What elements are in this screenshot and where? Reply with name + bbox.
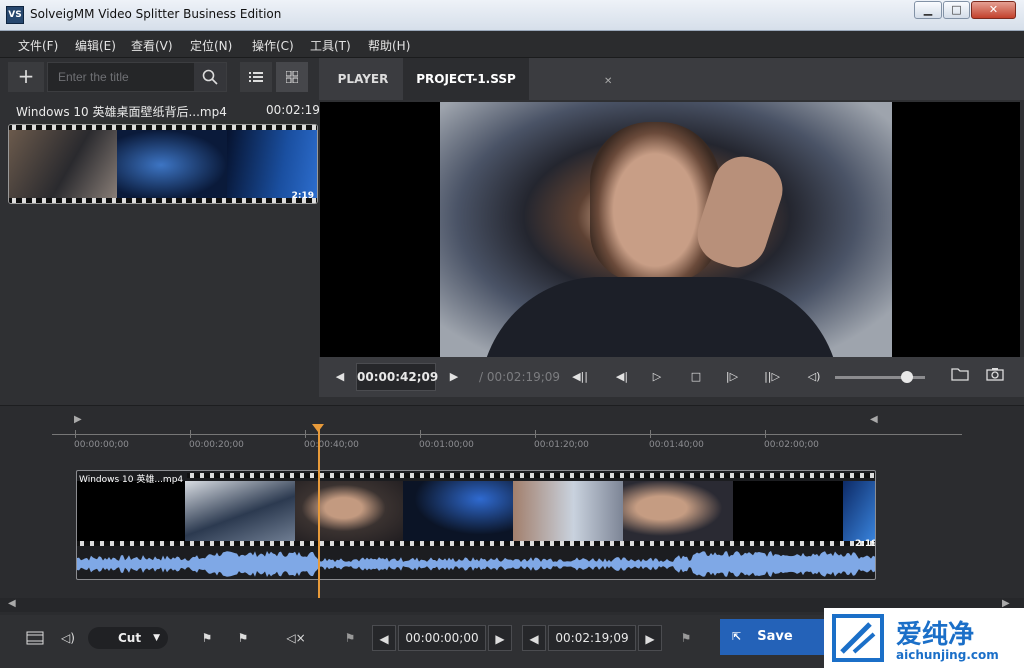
end-prev-icon[interactable]: ◀ (522, 625, 546, 651)
scroll-left-icon[interactable]: ◀ (8, 598, 16, 609)
tab-project-label: PROJECT-1.SSP (416, 72, 516, 86)
play-icon[interactable]: ▷ (646, 367, 668, 387)
tick-label: 00:00:20;00 (189, 440, 244, 450)
save-button[interactable]: ⇱ Save (720, 619, 830, 655)
tick-label: 00:01:40;00 (649, 440, 704, 450)
maximize-button[interactable]: □ (943, 1, 970, 19)
open-folder-icon[interactable] (949, 367, 971, 387)
grid-view-icon[interactable] (276, 62, 308, 92)
tick-label: 00:00:00;00 (74, 440, 129, 450)
watermark-url: aichunjing.com (896, 648, 999, 662)
end-next-icon[interactable]: ▶ (638, 625, 662, 651)
snapshot-icon[interactable] (984, 367, 1006, 387)
clip-frames (77, 481, 875, 541)
close-button[interactable]: ✕ (971, 1, 1016, 19)
end-flag-icon[interactable]: ◀ (870, 414, 878, 425)
library-toolbar: + (8, 62, 312, 94)
time-ruler[interactable] (52, 434, 962, 435)
watermark: 爱纯净 aichunjing.com (824, 608, 1024, 668)
minimize-button[interactable]: ▁ (914, 1, 942, 19)
menu-file[interactable]: 文件(F) (18, 37, 58, 54)
menu-edit[interactable]: 编辑(E) (75, 37, 116, 54)
mark-out-icon[interactable]: ⚑ (232, 625, 254, 651)
save-icon: ⇱ (732, 630, 742, 643)
menu-bar: 文件(F) 编辑(E) 查看(V) 定位(N) 操作(C) 工具(T) 帮助(H… (0, 31, 1024, 58)
timeline[interactable]: ▶ ◀ 00:00:00;00 00:00:20;00 00:00:40;00 … (0, 405, 1024, 615)
start-flag-icon[interactable]: ▶ (74, 414, 82, 425)
total-time: / 00:02:19;09 (479, 370, 561, 384)
volume-knob[interactable] (901, 371, 913, 383)
app-window: VS SolveigMM Video Splitter Business Edi… (0, 0, 1024, 668)
playhead-handle[interactable] (312, 424, 324, 432)
menu-view[interactable]: 查看(V) (131, 37, 173, 54)
mode-select-label: Cut (118, 631, 142, 645)
audio-waveform (77, 551, 875, 577)
step-forward-icon[interactable]: |▷ (721, 367, 743, 387)
tick-label: 00:02:00;00 (764, 440, 819, 450)
range-start-time[interactable]: 00:00:00;00 (398, 625, 486, 651)
end-flag-icon[interactable]: ⚑ (676, 625, 696, 651)
search-icon[interactable] (194, 63, 226, 91)
tick-label: 00:00:40;00 (304, 440, 359, 450)
video-frame (440, 102, 892, 357)
film-sprockets (77, 541, 875, 546)
menu-tools[interactable]: 工具(T) (310, 37, 351, 54)
tick-label: 00:01:00;00 (419, 440, 474, 450)
tab-player[interactable]: PLAYER (323, 58, 403, 100)
player-controls: ◀ 00:00:42;09 ▶ / 00:02:19;09 ◀|| ◀| ▷ □… (319, 357, 1024, 397)
close-tab-icon[interactable]: ✕ (604, 61, 612, 103)
add-file-button[interactable]: + (8, 62, 44, 92)
mode-select[interactable]: Cut ▼ (88, 627, 168, 649)
video-preview[interactable] (320, 102, 1020, 357)
file-name[interactable]: Windows 10 英雄桌面壁纸背后...mp4 (16, 103, 227, 120)
tab-bar: PLAYER PROJECT-1.SSP ✕ (319, 58, 1024, 100)
start-prev-icon[interactable]: ◀ (372, 625, 396, 651)
save-label: Save (757, 629, 793, 644)
film-strip-icon[interactable] (22, 625, 48, 651)
playhead[interactable] (318, 428, 320, 598)
clip-name: Windows 10 英雄...mp4 (79, 475, 184, 485)
frame-back-icon[interactable]: ◀ (329, 367, 351, 387)
title-bar: VS SolveigMM Video Splitter Business Edi… (0, 0, 1024, 31)
menu-navigate[interactable]: 定位(N) (190, 37, 232, 54)
frame-forward-icon[interactable]: ▶ (443, 367, 465, 387)
watermark-text: 爱纯净 (896, 620, 975, 650)
waveform-path (77, 551, 875, 577)
list-view-icon[interactable] (240, 62, 272, 92)
thumbnail-duration: 2:19 (291, 191, 314, 201)
film-sprockets (187, 473, 875, 478)
mark-in-icon[interactable]: ⚑ (196, 625, 218, 651)
prev-marker-icon[interactable]: ◀|| (569, 367, 591, 387)
step-back-icon[interactable]: ◀| (611, 367, 633, 387)
current-time[interactable]: 00:00:42;09 (356, 363, 438, 391)
chevron-down-icon: ▼ (153, 633, 160, 643)
timeline-clip[interactable]: Windows 10 英雄...mp4 2:19 (76, 470, 876, 580)
next-marker-icon[interactable]: ||▷ (761, 367, 783, 387)
file-duration: 00:02:19 (266, 103, 320, 117)
start-next-icon[interactable]: ▶ (488, 625, 512, 651)
window-title: SolveigMM Video Splitter Business Editio… (30, 7, 282, 21)
tab-project[interactable]: PROJECT-1.SSP ✕ (403, 58, 612, 100)
file-thumbnail[interactable]: 2:19 (8, 124, 318, 204)
volume-icon[interactable]: ◁) (803, 367, 825, 387)
app-icon: VS (6, 6, 24, 24)
tick-label: 00:01:20;00 (534, 440, 589, 450)
mute-icon[interactable]: ◁× (284, 625, 308, 651)
audio-icon[interactable]: ◁) (56, 625, 80, 651)
stop-icon[interactable]: □ (685, 367, 707, 387)
range-end-time[interactable]: 00:02:19;09 (548, 625, 636, 651)
menu-action[interactable]: 操作(C) (252, 37, 294, 54)
clip-duration: 2:19 (855, 539, 876, 549)
marker-flag-icon[interactable]: ⚑ (340, 625, 360, 651)
watermark-logo-icon (832, 614, 884, 662)
film-sprockets (9, 198, 317, 203)
menu-help[interactable]: 帮助(H) (368, 37, 410, 54)
